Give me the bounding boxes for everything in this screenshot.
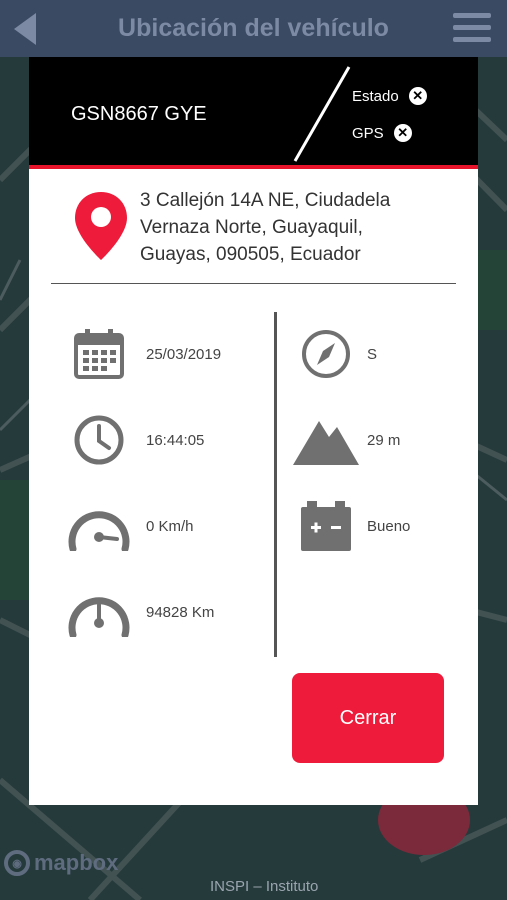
info-altitude: 29 m [293,415,400,465]
menu-button[interactable] [453,13,491,45]
app-header: Ubicación del vehículo [0,0,507,57]
address-text: 3 Callejón 14A NE, Ciudadela Vernaza Nor… [140,190,391,265]
address-section: 3 Callejón 14A NE, Ciudadela Vernaza Nor… [51,187,456,284]
back-arrow-icon [14,13,36,45]
info-odometer: 94828 Km [67,587,214,637]
mapbox-mark-icon: ◉ [4,850,30,876]
mountain-icon [293,421,359,465]
odometer-value: 94828 Km [146,603,215,621]
dialog-header: GSN8667 GYE Estado ✕ GPS ✕ [29,57,478,169]
battery-icon [301,501,351,551]
status-estado-label: Estado [352,87,399,105]
map-attribution: INSPI – Instituto [210,878,319,895]
altitude-value: 29 m [367,431,401,449]
mapbox-logo: ◉ mapbox [4,850,118,876]
location-pin-icon [75,192,127,260]
date-value: 25/03/2019 [146,345,222,363]
back-button[interactable] [8,10,42,48]
time-value: 16:44:05 [146,431,205,449]
page-title: Ubicación del vehículo [118,14,389,42]
odometer-gauge-icon [68,597,130,637]
status-gps-label: GPS [352,124,384,142]
mapbox-logo-text: mapbox [34,850,119,875]
status-estado: Estado ✕ [352,87,427,105]
compass-icon [302,330,350,378]
info-speed: 0 Km/h [67,501,194,551]
hamburger-icon-bar [453,25,491,30]
header-slash-divider [293,66,351,162]
speedometer-icon [68,511,130,551]
clock-icon [74,415,124,465]
speed-value: 0 Km/h [146,517,194,535]
calendar-icon [74,329,124,379]
info-time: 16:44:05 [74,415,204,465]
vehicle-info-dialog: GSN8667 GYE Estado ✕ GPS ✕ 3 Callejón 14… [29,57,478,805]
gps-close-icon[interactable]: ✕ [393,124,412,142]
info-column-divider [274,312,277,657]
info-heading: S [301,329,377,379]
status-gps: GPS ✕ [352,124,412,142]
hamburger-icon-bar [453,13,491,18]
estado-close-icon[interactable]: ✕ [408,87,427,105]
heading-value: S [367,345,378,363]
info-battery: Bueno [301,501,410,551]
vehicle-plate: GSN8667 GYE [71,103,207,125]
hamburger-icon-bar [453,37,491,42]
info-date: 25/03/2019 [74,329,221,379]
close-button[interactable]: Cerrar [292,673,444,763]
battery-value: Bueno [367,517,411,535]
